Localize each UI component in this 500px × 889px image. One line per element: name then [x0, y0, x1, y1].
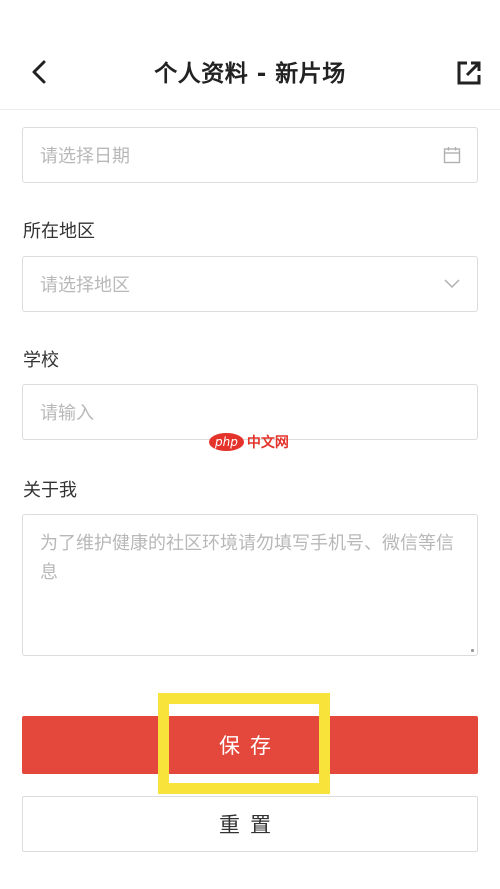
save-button[interactable]: 保存: [22, 716, 478, 774]
region-label: 所在地区: [23, 221, 95, 242]
school-placeholder: 请输入: [40, 403, 94, 424]
watermark-badge: php: [209, 433, 244, 451]
share-button[interactable]: [452, 56, 486, 90]
site-watermark: php 中文网: [209, 432, 289, 452]
header-bar: 个人资料 - 新片场: [0, 0, 500, 110]
calendar-icon: [441, 144, 463, 166]
resize-handle[interactable]: [471, 649, 474, 652]
date-picker-field[interactable]: 请选择日期: [22, 127, 478, 183]
page-title: 个人资料 - 新片场: [154, 61, 346, 87]
external-link-icon: [457, 61, 481, 85]
reset-button[interactable]: 重置: [22, 796, 478, 852]
region-select[interactable]: 请选择地区: [22, 256, 478, 312]
chevron-down-icon: [441, 273, 463, 295]
watermark-text: 中文网: [246, 435, 289, 451]
about-label: 关于我: [23, 480, 77, 501]
school-label: 学校: [23, 350, 59, 371]
region-placeholder: 请选择地区: [40, 275, 130, 296]
about-placeholder: 为了维护健康的社区环境请勿填写手机号、微信等信息: [40, 533, 454, 583]
date-placeholder: 请选择日期: [40, 146, 130, 167]
about-textarea[interactable]: 为了维护健康的社区环境请勿填写手机号、微信等信息: [22, 514, 478, 656]
